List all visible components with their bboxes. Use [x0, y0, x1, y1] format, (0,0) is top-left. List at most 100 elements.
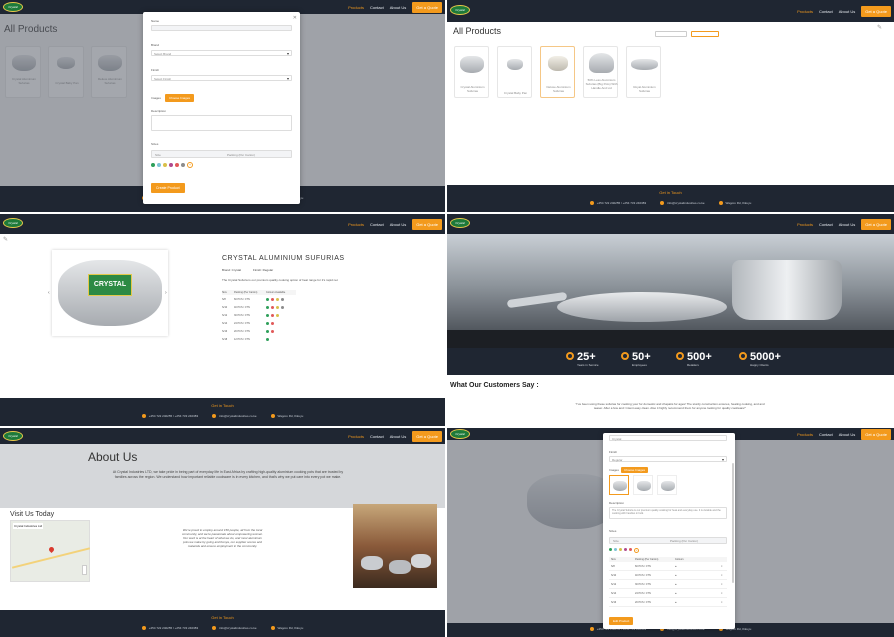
image-thumb[interactable] — [633, 475, 653, 495]
email-icon — [212, 626, 217, 631]
crystal-logo[interactable]: Crystal — [3, 2, 23, 12]
nav-products[interactable]: Products — [797, 9, 813, 14]
image-thumb[interactable] — [609, 475, 629, 495]
crystal-logo[interactable]: Crystal — [450, 5, 470, 15]
nav-contact[interactable]: Contact — [370, 434, 384, 439]
delete-row-icon[interactable]: × — [721, 565, 722, 568]
crystal-logo[interactable]: Crystal — [450, 218, 470, 228]
table-header: Size — [611, 558, 616, 561]
add-product-modal: ✕ Name Brand Select Brand ▾ Finish Selec… — [143, 12, 300, 204]
brand-select[interactable]: Select Brand ▾ — [151, 50, 292, 56]
nav-get-quote[interactable]: Get a Quote — [861, 428, 891, 440]
modal-scrollbar[interactable] — [732, 463, 734, 583]
finish-select[interactable]: Select Finish ▾ — [151, 75, 292, 81]
color-swatch[interactable] — [619, 548, 622, 551]
crystal-logo[interactable]: Crystal — [3, 218, 23, 228]
color-swatch[interactable] — [163, 163, 167, 167]
product-card[interactable]: 50% Less Aluminium Sufurias (Big Pots) W… — [583, 46, 618, 98]
phone-icon — [589, 627, 594, 632]
delete-row-icon[interactable]: × — [721, 583, 722, 586]
nav-products[interactable]: Products — [348, 5, 364, 10]
description-label: Description — [151, 109, 167, 113]
color-swatch[interactable] — [629, 548, 632, 551]
nav-products[interactable]: Products — [348, 434, 364, 439]
nav-get-quote[interactable]: Get a Quote — [861, 5, 891, 17]
nav-products[interactable]: Products — [348, 222, 364, 227]
color-swatch[interactable] — [614, 548, 617, 551]
footer-get-in-touch: Get in Touch — [659, 190, 682, 195]
brand-select[interactable]: Crystal — [609, 435, 727, 441]
nav-links: Products Contact About Us Get a Quote — [348, 214, 442, 234]
carousel-next-icon[interactable]: › — [165, 290, 167, 296]
footer-email: info@crystalindustries.co.ke — [212, 414, 257, 419]
add-color-icon[interactable]: + — [634, 548, 639, 553]
nav-about[interactable]: About Us — [390, 222, 406, 227]
product-card[interactable]: Deluxe Aluminium Sufurias — [540, 46, 575, 98]
color-swatch[interactable] — [609, 548, 612, 551]
edit-icon[interactable]: ✎ — [3, 236, 8, 243]
color-swatch[interactable] — [181, 163, 185, 167]
choose-images-button[interactable]: Choose Images — [165, 94, 195, 102]
color-swatch[interactable] — [151, 163, 155, 167]
nav-get-quote[interactable]: Get a Quote — [412, 430, 442, 442]
color-swatch[interactable] — [175, 163, 179, 167]
finish-filter[interactable] — [691, 31, 719, 37]
product-card[interactable]: Royal Aluminium Sufurias — [626, 46, 661, 98]
nav-contact[interactable]: Contact — [819, 222, 833, 227]
footer: Get in Touch +254 722 240255 / +254 733 … — [447, 185, 894, 212]
product-image — [548, 56, 568, 71]
image-thumb[interactable] — [657, 475, 677, 495]
hero-image — [447, 234, 894, 348]
nav-products[interactable]: Products — [797, 432, 813, 437]
chevron-down-icon: ▾ — [286, 76, 289, 81]
crystal-logo[interactable]: Crystal — [3, 431, 23, 441]
choose-images-button[interactable]: Choose Images — [621, 467, 649, 473]
nav-get-quote[interactable]: Get a Quote — [412, 218, 442, 230]
product-card[interactable]: Crystal Aluminium Sufurias — [454, 46, 489, 98]
sizes-table: Size Packing (Per Carton) Colours Availa… — [222, 290, 296, 343]
zoom-control[interactable] — [82, 565, 87, 575]
description-textarea[interactable]: The Crystal Sufuria is our premium quali… — [609, 507, 727, 519]
update-product-button[interactable]: Edit Product — [609, 617, 634, 625]
stove-grate — [447, 330, 894, 348]
size-input-row[interactable]: Size Packing (Per Carton) — [609, 537, 727, 544]
nav-get-quote[interactable]: Get a Quote — [412, 1, 442, 13]
nav-about[interactable]: About Us — [390, 434, 406, 439]
product-title: CRYSTAL ALUMINIUM SUFURIAS — [222, 255, 345, 262]
color-swatch[interactable] — [157, 163, 161, 167]
add-color-icon[interactable]: + — [187, 162, 193, 168]
delete-row-icon[interactable]: × — [721, 601, 722, 604]
color-swatch[interactable] — [169, 163, 173, 167]
nav-get-quote[interactable]: Get a Quote — [861, 218, 891, 230]
finish-label: Finish — [609, 450, 618, 454]
crystal-logo[interactable]: Crystal — [450, 429, 470, 439]
delete-row-icon[interactable]: × — [721, 574, 722, 577]
visit-title: Visit Us Today — [10, 511, 55, 518]
color-swatch[interactable] — [624, 548, 627, 551]
carousel-prev-icon[interactable]: ‹ — [48, 290, 50, 296]
nav-about[interactable]: About Us — [839, 9, 855, 14]
create-product-button[interactable]: Create Product — [151, 183, 185, 193]
brand-filter[interactable] — [655, 31, 687, 37]
nav-about[interactable]: About Us — [839, 222, 855, 227]
description-textarea[interactable] — [151, 115, 292, 131]
nav-about[interactable]: About Us — [839, 432, 855, 437]
product-card[interactable]: Crystal Baby Pan — [497, 46, 532, 98]
close-icon[interactable]: ✕ — [293, 15, 297, 21]
finish-select[interactable]: Regular ▾ — [609, 456, 727, 462]
nav-products[interactable]: Products — [797, 222, 813, 227]
nav-about[interactable]: About Us — [390, 5, 406, 10]
map[interactable]: Crystal Industries Ltd — [10, 520, 91, 582]
nav-contact[interactable]: Contact — [370, 222, 384, 227]
nav-links: Products Contact About Us Get a Quote — [797, 214, 891, 234]
name-input[interactable] — [151, 25, 292, 31]
map-pin-icon — [47, 545, 56, 554]
delete-row-icon[interactable]: × — [721, 592, 722, 595]
nav-contact[interactable]: Contact — [819, 432, 833, 437]
nav-contact[interactable]: Contact — [370, 5, 384, 10]
about-text: At Crystal Industries LTD, we take pride… — [112, 470, 344, 479]
phone-icon — [589, 201, 594, 206]
stat-employees: 50+ Employees — [621, 351, 651, 367]
edit-icon[interactable]: ✎ — [877, 24, 882, 31]
nav-contact[interactable]: Contact — [819, 9, 833, 14]
